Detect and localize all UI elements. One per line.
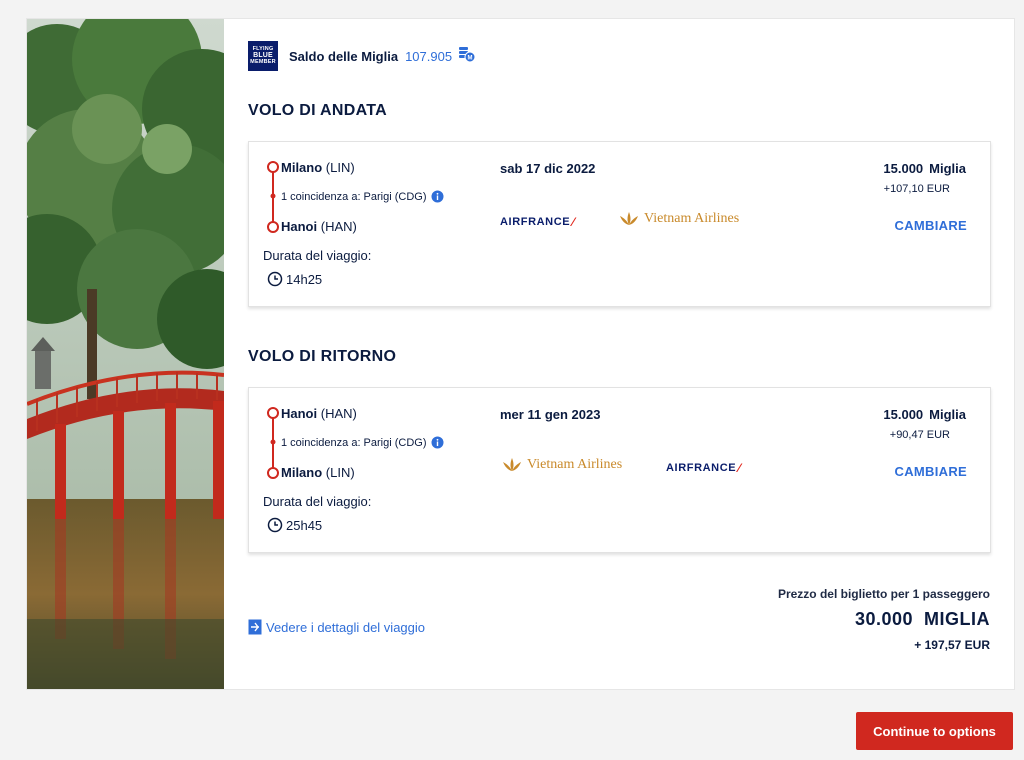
price-label: Prezzo del biglietto per 1 passeggero — [777, 587, 990, 601]
outbound-miles: 15.000 Miglia — [883, 161, 966, 176]
svg-text:M: M — [468, 55, 473, 61]
route-line-icon — [267, 161, 279, 233]
booking-content: FLYING BLUE MEMBER Saldo delle Miglia 10… — [248, 19, 1014, 689]
outbound-connection: 1 coincidenza a: Parigi (CDG) — [281, 190, 444, 203]
outbound-duration-label: Durata del viaggio: — [263, 248, 372, 263]
lotus-icon — [503, 458, 521, 471]
price-total-eur: + 197,57 EUR — [914, 638, 990, 652]
miles-coin-icon: M — [458, 45, 476, 68]
airline-logo-airfrance: AIRFRANCE ⁄ — [500, 215, 575, 229]
clock-icon — [267, 271, 283, 287]
airline-logo-airfrance: AIRFRANCE ⁄ — [666, 461, 741, 475]
clock-icon — [267, 517, 283, 533]
airline-logo-vietnam-airlines: Vietnam Airlines — [617, 210, 739, 228]
miles-balance: FLYING BLUE MEMBER Saldo delle Miglia 10… — [248, 41, 476, 71]
info-icon[interactable] — [431, 190, 444, 203]
price-total-miles: 30.000 MIGLIA — [854, 609, 990, 629]
outbound-destination: Hanoi (HAN) — [281, 219, 357, 234]
outbound-origin: Milano (LIN) — [281, 160, 355, 175]
miles-balance-value: 107.905 — [405, 48, 453, 64]
lotus-icon — [620, 212, 638, 225]
outbound-date: sab 17 dic 2022 — [500, 161, 596, 176]
return-duration: 25h45 — [267, 517, 322, 533]
route-line-icon — [267, 407, 279, 479]
return-date: mer 11 gen 2023 — [500, 407, 601, 422]
return-eur: +90,47 EUR — [889, 429, 950, 441]
booking-summary-panel: FLYING BLUE MEMBER Saldo delle Miglia 10… — [26, 18, 1015, 690]
return-origin: Hanoi (HAN) — [281, 406, 357, 421]
return-title: VOLO DI RITORNO — [248, 348, 397, 365]
outbound-flight-card: Milano (LIN) 1 coincidenza a: Parigi (CD… — [248, 141, 991, 307]
info-icon[interactable] — [431, 436, 444, 449]
outbound-title: VOLO DI ANDATA — [248, 102, 388, 119]
continue-to-options-button[interactable]: Continue to options — [856, 712, 1013, 750]
return-change-button[interactable]: CAMBIARE — [895, 464, 967, 479]
return-flight-card: Hanoi (HAN) 1 coincidenza a: Parigi (CDG… — [248, 387, 991, 553]
itinerary-icon — [248, 619, 262, 635]
return-connection: 1 coincidenza a: Parigi (CDG) — [281, 436, 444, 449]
return-miles: 15.000 Miglia — [883, 407, 966, 422]
return-duration-label: Durata del viaggio: — [263, 494, 372, 509]
miles-balance-label: Saldo delle Miglia — [289, 48, 399, 64]
airline-logo-vietnam-airlines: Vietnam Airlines — [500, 456, 622, 474]
outbound-duration: 14h25 — [267, 271, 322, 287]
return-destination: Milano (LIN) — [281, 465, 355, 480]
flying-blue-logo: FLYING BLUE MEMBER — [248, 41, 278, 71]
outbound-eur: +107,10 EUR — [883, 183, 950, 195]
trip-details-link[interactable]: Vedere i dettagli del viaggio — [248, 619, 425, 635]
destination-photo — [27, 19, 224, 689]
outbound-change-button[interactable]: CAMBIARE — [895, 218, 967, 233]
